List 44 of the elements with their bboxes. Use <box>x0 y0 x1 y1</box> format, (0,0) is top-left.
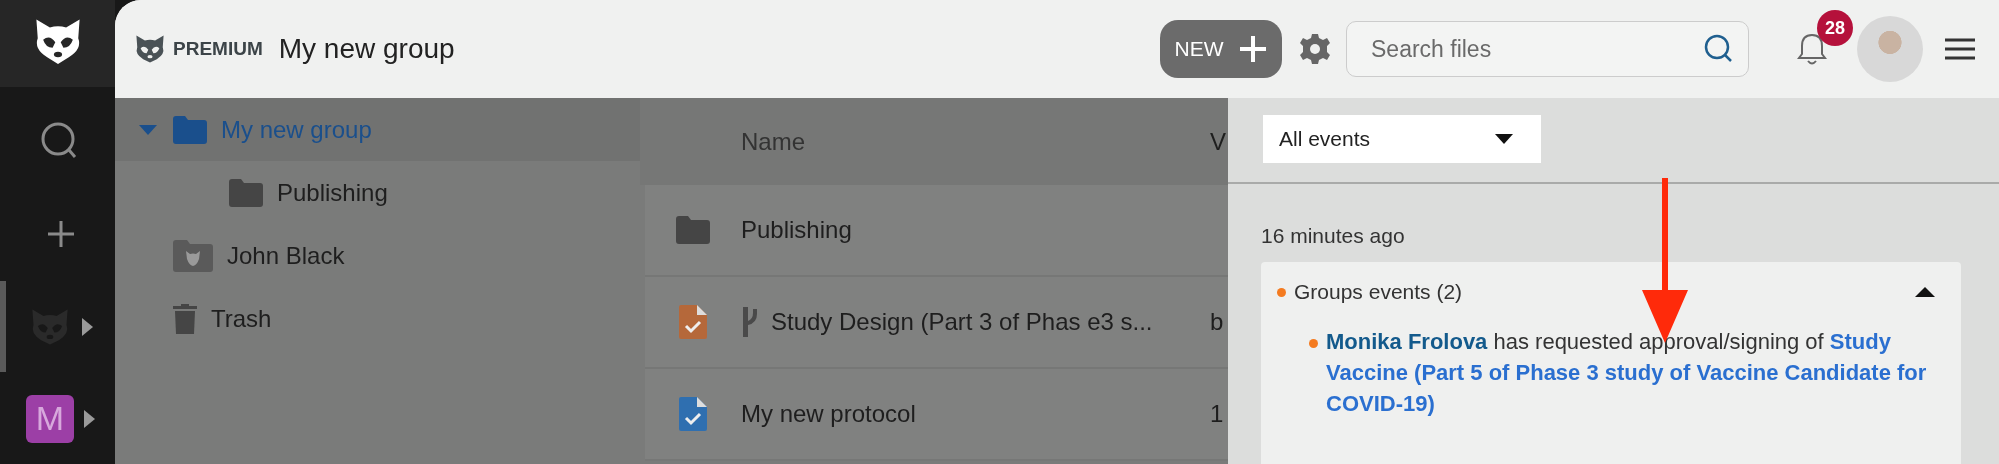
menu-icon[interactable] <box>1945 38 1975 60</box>
file-row[interactable]: My new protocol 1 <box>645 369 1228 461</box>
file-row[interactable]: Study Design (Part 3 of Phas e3 s... b <box>645 277 1228 369</box>
settings-icon[interactable] <box>1300 34 1330 64</box>
event-message: Monika Frolova has requested approval/signing of Study Vaccine (Part 5 of Phase 3 study of Vaccine Candidate for COVID-19) <box>1326 328 1928 418</box>
notification-badge: 28 <box>1817 10 1853 46</box>
folder-icon <box>173 115 207 144</box>
event-filter-dropdown[interactable]: All events <box>1263 115 1541 163</box>
column-header[interactable]: V <box>1210 127 1228 156</box>
trash-icon <box>173 303 197 334</box>
workspace-avatar[interactable]: M <box>26 394 74 443</box>
rail-item[interactable]: M <box>0 373 115 464</box>
bell-icon[interactable] <box>1797 32 1827 66</box>
search-input[interactable]: Search files <box>1369 34 1704 64</box>
folder-icon <box>229 178 263 207</box>
file-row[interactable]: Publishing <box>645 185 1228 277</box>
search-field[interactable]: Search files <box>1346 21 1749 77</box>
tree-item[interactable]: Trash <box>115 287 640 350</box>
status-dot <box>1277 287 1286 297</box>
page-title: My new group <box>278 33 455 65</box>
plan-label: PREMIUM <box>173 38 263 60</box>
event-time: 16 minutes ago <box>1261 224 1406 248</box>
plus-icon <box>1237 34 1268 64</box>
folder-icon <box>676 216 710 244</box>
table-cell-text: b <box>1210 308 1225 336</box>
collapse-button[interactable] <box>1915 287 1935 297</box>
user-link[interactable]: Monika Frolova <box>1326 329 1488 354</box>
caret-icon <box>1495 134 1513 144</box>
status-dot <box>1309 339 1318 348</box>
file-name: Study Design (Part 3 of Phas e3 s... <box>771 308 1153 336</box>
column-header[interactable]: Name <box>741 127 806 156</box>
tree-item[interactable]: John Black <box>115 224 640 287</box>
table-cell-text: 1 <box>1210 400 1225 428</box>
plus-icon[interactable] <box>45 219 76 250</box>
caret-icon[interactable] <box>84 409 95 428</box>
new-button[interactable]: NEW <box>1160 20 1282 78</box>
tree-item[interactable]: Publishing <box>115 161 640 224</box>
file-name: Publishing <box>741 216 852 244</box>
file-name: My new protocol <box>741 400 916 428</box>
event-group-title: Groups events (2) <box>1294 280 1464 304</box>
search-icon[interactable] <box>1704 34 1734 64</box>
caret-icon[interactable] <box>82 317 93 336</box>
caret-icon <box>1915 287 1935 297</box>
user-folder-icon <box>173 239 213 272</box>
